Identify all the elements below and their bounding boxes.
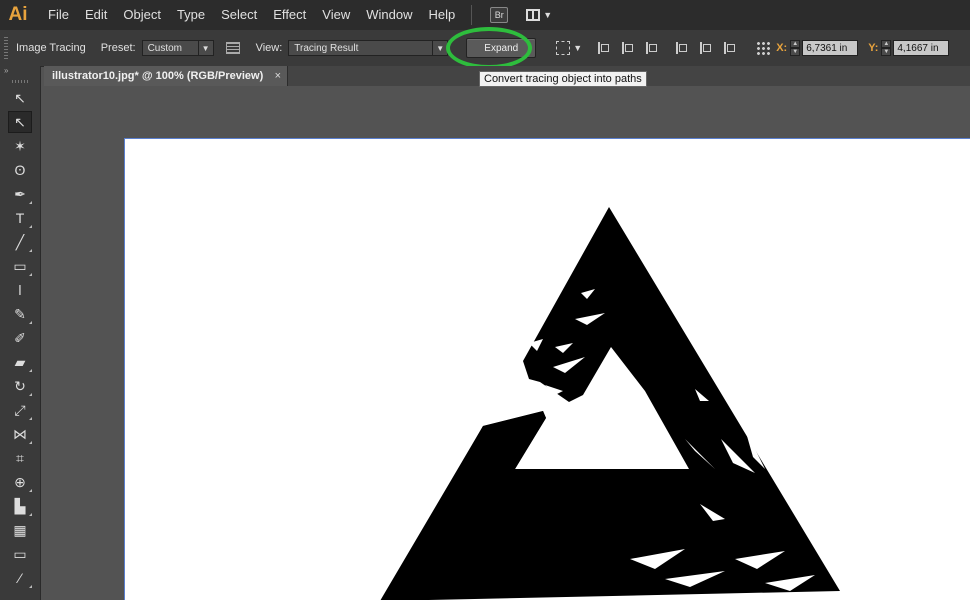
align-left-icon[interactable] bbox=[598, 42, 610, 54]
align-bottom-icon[interactable] bbox=[724, 42, 736, 54]
mesh-tool[interactable]: ▦ bbox=[8, 519, 32, 541]
eyedropper-tool[interactable]: ⁄ bbox=[8, 567, 32, 589]
blob-brush-tool[interactable]: ✐ bbox=[8, 327, 32, 349]
y-stepper[interactable]: ▲ ▼ bbox=[881, 40, 892, 56]
align-right-icon[interactable] bbox=[646, 42, 658, 54]
view-dropdown[interactable]: Tracing Result ▼ bbox=[288, 40, 449, 56]
y-field[interactable]: 4,1667 in bbox=[893, 40, 950, 56]
gradient-tool[interactable]: ▭ bbox=[8, 543, 32, 565]
expand-tooltip: Convert tracing object into paths bbox=[479, 71, 647, 87]
paintbrush-tool[interactable]: ǀ bbox=[8, 279, 32, 301]
close-icon[interactable]: × bbox=[275, 70, 281, 82]
tools-panel-grip[interactable] bbox=[12, 80, 28, 83]
x-field[interactable]: 6,7361 in bbox=[802, 40, 859, 56]
chevron-down-icon: ▼ bbox=[432, 41, 447, 55]
tools-panel: » ↖ ↖ ✶ ʘ ✒ T ╱ ▭ ǀ ✎ ✐ ▰ ↻ ⤢ ⋈ ⌗ ⊕ ▙ ▦ … bbox=[0, 66, 41, 600]
menu-effect[interactable]: Effect bbox=[265, 0, 314, 30]
direct-selection-tool[interactable]: ↖ bbox=[8, 111, 32, 133]
expand-button[interactable]: Expand bbox=[466, 38, 537, 58]
x-label: X: bbox=[776, 42, 788, 54]
preset-value: Custom bbox=[147, 42, 183, 54]
pen-tool[interactable]: ✒ bbox=[8, 183, 32, 205]
menu-file[interactable]: File bbox=[40, 0, 77, 30]
x-stepper[interactable]: ▲ ▼ bbox=[790, 40, 801, 56]
scale-tool[interactable]: ⤢ bbox=[8, 399, 32, 421]
canvas-area[interactable] bbox=[44, 86, 970, 600]
lasso-tool[interactable]: ʘ bbox=[8, 159, 32, 181]
chevron-down-icon[interactable]: ▼ bbox=[573, 43, 582, 53]
artboard[interactable] bbox=[124, 138, 970, 600]
menu-edit[interactable]: Edit bbox=[77, 0, 115, 30]
rectangle-tool[interactable]: ▭ bbox=[8, 255, 32, 277]
view-label: View: bbox=[255, 42, 283, 54]
document-tab-title: illustrator10.jpg* @ 100% (RGB/Preview) bbox=[52, 70, 264, 82]
illustrator-logo: Ai bbox=[8, 4, 28, 25]
selection-tool[interactable]: ↖ bbox=[8, 87, 32, 109]
align-top-icon[interactable] bbox=[676, 42, 688, 54]
type-tool[interactable]: T bbox=[8, 207, 32, 229]
menu-window[interactable]: Window bbox=[358, 0, 420, 30]
view-value: Tracing Result bbox=[294, 42, 359, 54]
preset-label: Preset: bbox=[100, 42, 136, 54]
free-transform-tool[interactable]: ⌗ bbox=[8, 447, 32, 469]
shape-builder-tool[interactable]: ⊕ bbox=[8, 471, 32, 493]
arrange-documents-icon bbox=[526, 9, 541, 21]
chevron-down-icon: ▼ bbox=[197, 41, 213, 55]
graph-tool[interactable]: ▙ bbox=[8, 495, 32, 517]
document-tab[interactable]: illustrator10.jpg* @ 100% (RGB/Preview) … bbox=[44, 66, 288, 86]
menu-view[interactable]: View bbox=[314, 0, 358, 30]
eraser-tool[interactable]: ▰ bbox=[8, 351, 32, 373]
align-vertical-center-icon[interactable] bbox=[700, 42, 712, 54]
menu-bar: Ai File Edit Object Type Select Effect V… bbox=[0, 0, 970, 30]
menu-help[interactable]: Help bbox=[420, 0, 463, 30]
reference-point-icon[interactable] bbox=[756, 41, 771, 55]
align-horizontal-center-icon[interactable] bbox=[622, 42, 634, 54]
line-tool[interactable]: ╱ bbox=[8, 231, 32, 253]
rotate-tool[interactable]: ↻ bbox=[8, 375, 32, 397]
control-bar: Image Tracing Preset: Custom ▼ View: Tra… bbox=[0, 30, 970, 67]
chevron-down-icon: ▼ bbox=[543, 10, 553, 20]
selection-bounds-icon[interactable] bbox=[556, 41, 571, 55]
arrange-documents-button[interactable]: ▼ bbox=[526, 9, 552, 21]
menu-separator bbox=[471, 5, 473, 25]
y-label: Y: bbox=[868, 42, 879, 54]
pencil-tool[interactable]: ✎ bbox=[8, 303, 32, 325]
bridge-button[interactable]: Br bbox=[490, 7, 509, 23]
tracing-panel-icon[interactable] bbox=[225, 42, 240, 54]
collapse-panel-icon[interactable]: » bbox=[0, 66, 40, 78]
traced-triangle-artwork[interactable] bbox=[125, 139, 970, 600]
panel-grip[interactable] bbox=[4, 37, 8, 59]
preset-dropdown[interactable]: Custom ▼ bbox=[141, 40, 214, 56]
menu-type[interactable]: Type bbox=[169, 0, 213, 30]
menu-select[interactable]: Select bbox=[213, 0, 265, 30]
width-tool[interactable]: ⋈ bbox=[8, 423, 32, 445]
image-tracing-title[interactable]: Image Tracing bbox=[16, 42, 86, 54]
menu-object[interactable]: Object bbox=[115, 0, 169, 30]
magic-wand-tool[interactable]: ✶ bbox=[8, 135, 32, 157]
